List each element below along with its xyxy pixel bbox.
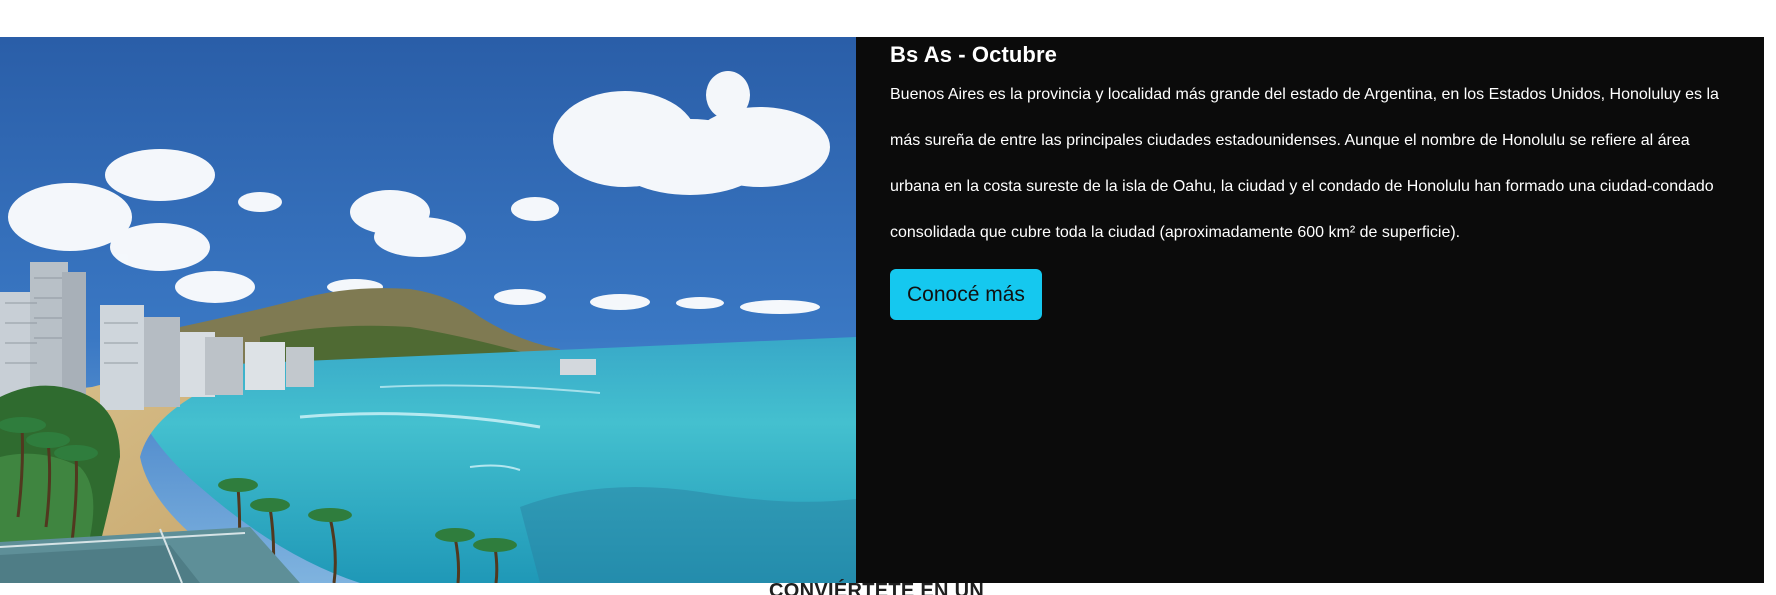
hero-content-panel: Bs As - Octubre Buenos Aires es la provi…: [856, 37, 1764, 583]
conoce-mas-button[interactable]: Conocé más: [890, 269, 1042, 320]
hero-title: Bs As - Octubre: [890, 42, 1057, 67]
hero-section: Bs As - Octubre Buenos Aires es la provi…: [0, 37, 1764, 583]
beach-photo: [0, 37, 856, 583]
hero-description: Buenos Aires es la provincia y localidad…: [890, 86, 1719, 241]
section-heading: CONVIÉRTETE EN UN: [769, 580, 985, 595]
hero-image: [0, 37, 856, 583]
page: Bs As - Octubre Buenos Aires es la provi…: [0, 0, 1776, 595]
